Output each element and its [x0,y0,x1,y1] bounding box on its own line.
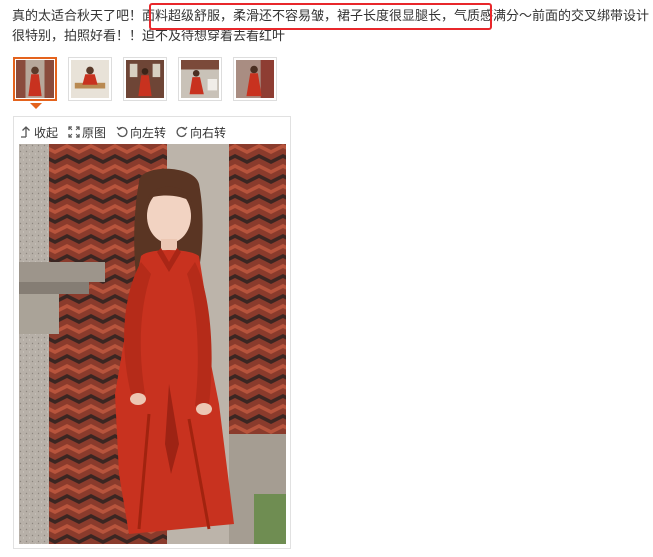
thumbnail-image [181,60,219,98]
rotate-left-icon [116,126,128,138]
thumbnail-4[interactable] [178,57,222,101]
thumbnail-5[interactable] [233,57,277,101]
arrow-up-icon [21,126,30,138]
thumbnail-image [126,60,164,98]
rotate-left-label: 向左转 [130,125,167,140]
thumbnail-2[interactable] [68,57,112,101]
rotate-right-label: 向右转 [190,125,227,140]
rotate-right-icon [176,126,188,138]
image-viewer: 收起 原图 向左转 向右转 [13,116,291,549]
collapse-button[interactable]: 收起 [20,124,58,141]
thumbnail-3[interactable] [123,57,167,101]
photo-image [19,144,286,544]
selected-thumbnail-pointer [30,103,42,109]
rotate-left-button[interactable]: 向左转 [116,124,166,141]
rotate-right-button[interactable]: 向右转 [176,124,226,141]
collapse-label: 收起 [34,125,59,140]
thumbnail-image [16,60,54,98]
main-photo[interactable] [19,144,286,544]
original-image-button[interactable]: 原图 [68,124,106,141]
thumbnail-image [236,60,274,98]
expand-icon [68,126,80,138]
original-image-label: 原图 [82,125,107,140]
thumbnail-image [71,60,109,98]
highlight-annotation-box [149,3,492,30]
viewer-toolbar: 收起 原图 向左转 向右转 [20,123,226,141]
thumbnail-1[interactable] [13,57,57,101]
